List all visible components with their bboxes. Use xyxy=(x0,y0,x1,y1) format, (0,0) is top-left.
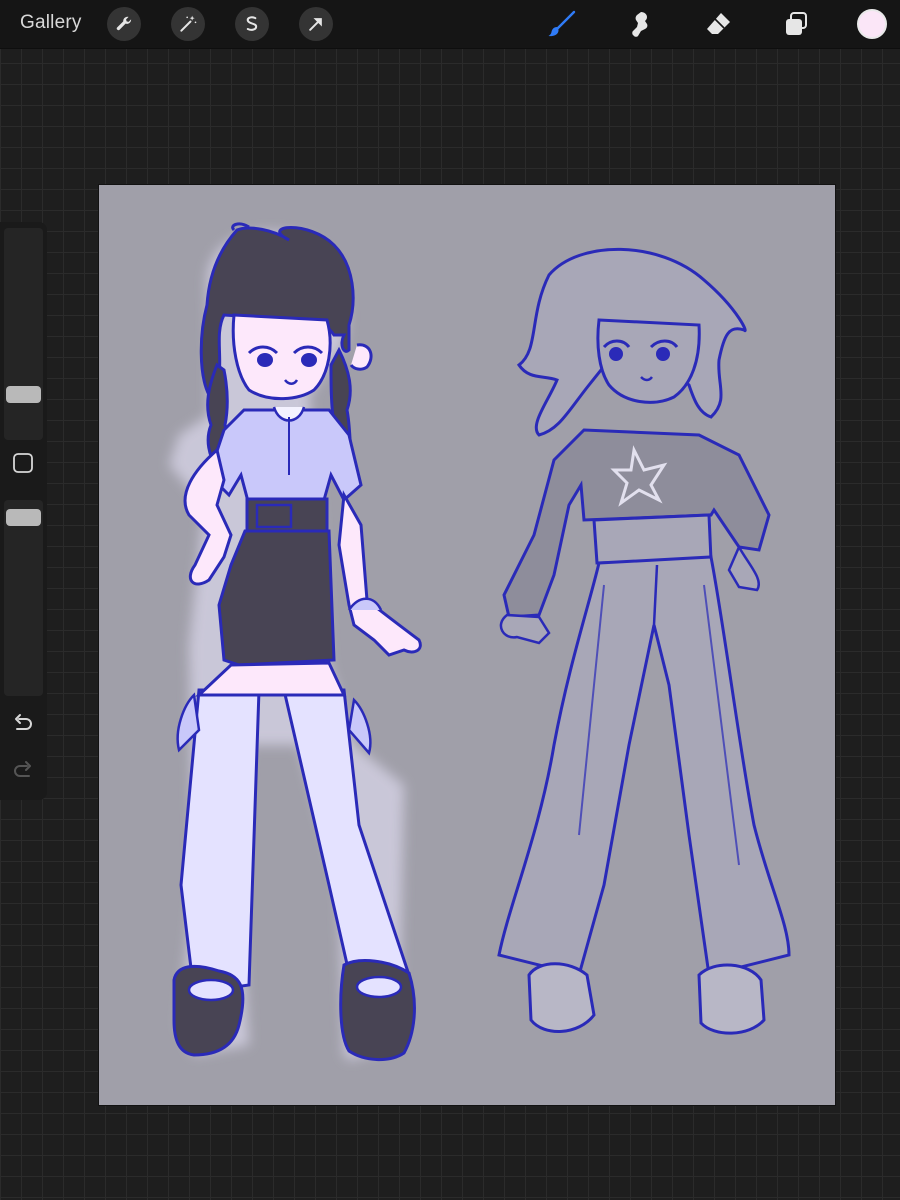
transform-arrow-icon xyxy=(309,18,322,31)
adjustments-button[interactable] xyxy=(171,7,205,41)
selection-button[interactable] xyxy=(235,7,269,41)
brush-icon xyxy=(548,10,576,37)
layers-button[interactable] xyxy=(778,6,814,42)
redo-icon[interactable] xyxy=(11,759,35,783)
brush-tool-button[interactable] xyxy=(544,6,580,42)
top-toolbar: Gallery xyxy=(0,0,900,49)
opacity-slider[interactable] xyxy=(4,500,43,696)
actions-button[interactable] xyxy=(107,7,141,41)
modify-square-icon[interactable] xyxy=(12,452,34,474)
eraser-tool-button[interactable] xyxy=(700,6,736,42)
color-swatch-button[interactable] xyxy=(857,9,887,39)
brush-size-thumb[interactable] xyxy=(6,386,41,403)
brush-size-slider[interactable] xyxy=(4,228,43,440)
left-sidebar xyxy=(0,222,47,800)
undo-icon[interactable] xyxy=(11,712,35,736)
transform-button[interactable] xyxy=(299,7,333,41)
opacity-thumb[interactable] xyxy=(6,509,41,526)
selection-icon xyxy=(246,16,258,31)
magic-wand-icon xyxy=(180,15,197,32)
smudge-tool-button[interactable] xyxy=(622,6,658,42)
left-character xyxy=(169,222,422,1061)
right-character xyxy=(497,247,791,1035)
eraser-icon xyxy=(707,13,730,34)
smudge-icon xyxy=(632,12,648,37)
gallery-button[interactable]: Gallery xyxy=(20,12,82,34)
layers-icon xyxy=(786,12,807,35)
drawing-canvas[interactable] xyxy=(99,185,835,1105)
wrench-icon xyxy=(116,16,132,31)
character-artwork xyxy=(169,222,791,1061)
